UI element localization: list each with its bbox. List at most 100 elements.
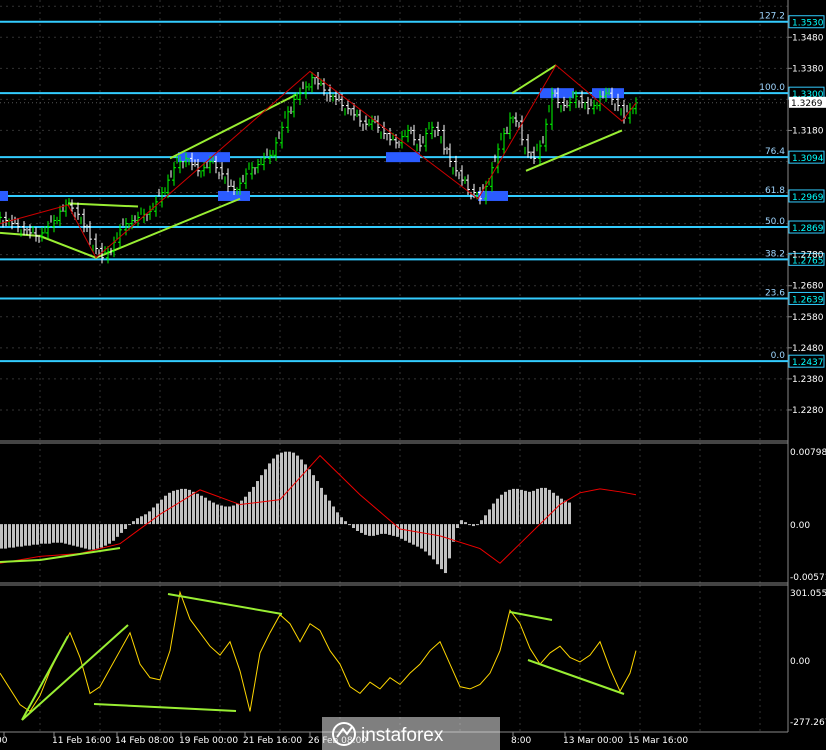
macd-bar <box>380 524 383 534</box>
macd-bar <box>192 491 195 525</box>
macd-bar <box>272 458 275 525</box>
macd-bar <box>36 524 39 545</box>
macd-bar <box>552 492 555 525</box>
macd-bar <box>136 518 139 525</box>
price-axis-label: 1.2480 <box>792 344 824 354</box>
price-axis-label: 1.2280 <box>792 406 824 416</box>
macd-bar <box>460 520 463 525</box>
macd-bar <box>400 524 403 539</box>
macd-axis-top: 0.00798 <box>790 448 826 458</box>
macd-bar <box>44 524 47 544</box>
macd-bar <box>488 509 491 525</box>
macd-bar <box>180 488 183 525</box>
macd-bar <box>412 524 415 545</box>
macd-axis-zero: 0.00 <box>790 521 810 531</box>
macd-bar <box>220 505 223 525</box>
macd-bar <box>92 524 95 550</box>
macd-bar <box>300 459 303 525</box>
macd-bar <box>48 524 51 544</box>
fib-ratio-label: 127.2 <box>759 12 785 22</box>
fib-ratio-label: 23.6 <box>765 288 785 298</box>
macd-bar <box>112 524 115 541</box>
macd-bar <box>4 524 7 549</box>
macd-bar <box>548 489 551 525</box>
macd-bar <box>524 490 527 525</box>
macd-bar <box>408 524 411 543</box>
macd-bar <box>128 524 131 526</box>
instaforex-watermark: instaforex <box>322 717 500 750</box>
macd-bar <box>492 503 495 525</box>
macd-bar <box>96 524 99 549</box>
fib-ratio-label: 61.8 <box>765 186 785 196</box>
macd-bar <box>56 524 59 543</box>
macd-bar <box>236 503 239 525</box>
macd-bar <box>280 452 283 525</box>
fib-ratio-label: 50.0 <box>765 217 785 227</box>
macd-bar <box>388 524 391 535</box>
macd-bar <box>456 524 459 529</box>
macd-bar <box>452 524 455 542</box>
macd-bar <box>468 524 471 526</box>
cci-axis-bottom: -277.2671 <box>790 718 826 728</box>
macd-bar <box>232 505 235 525</box>
sr-box <box>386 152 420 163</box>
macd-bar <box>252 486 255 525</box>
time-axis-label: 11 Feb 16:00 <box>52 736 111 746</box>
macd-bar <box>320 487 323 525</box>
macd-bar <box>496 498 499 525</box>
macd-bar <box>360 524 363 533</box>
macd-bar <box>556 495 559 525</box>
macd-bar <box>356 524 359 531</box>
macd-bar <box>332 506 335 525</box>
macd-bar <box>376 524 379 535</box>
macd-bar <box>12 524 15 548</box>
macd-bar <box>528 491 531 525</box>
current-price-label: 1.3269 <box>789 96 826 109</box>
macd-bar <box>124 524 127 530</box>
price-axis-label: 1.2580 <box>792 313 824 323</box>
macd-bar <box>340 517 343 525</box>
macd-bar <box>368 524 371 536</box>
macd-bar <box>312 475 315 525</box>
macd-bar <box>448 524 451 559</box>
fib-ratio-label: 76.4 <box>765 147 785 157</box>
macd-bar <box>484 515 487 525</box>
macd-bar <box>420 524 423 549</box>
macd-bar <box>532 490 535 525</box>
fib-price-label: 1.2969 <box>792 193 824 203</box>
macd-bar <box>80 524 83 548</box>
macd-bar <box>284 451 287 525</box>
macd-bar <box>212 502 215 525</box>
macd-bar <box>204 497 207 525</box>
cci-axis-top: 301.0559 <box>790 589 826 599</box>
trading-chart[interactable]: 127.21.3530100.01.330076.41.309461.81.29… <box>0 0 826 750</box>
macd-bar <box>404 524 407 541</box>
macd-bar <box>8 524 11 548</box>
macd-bar <box>184 488 187 525</box>
macd-bar <box>208 500 211 525</box>
macd-axis-bottom: -0.00571 <box>790 573 826 583</box>
macd-bar <box>372 524 375 536</box>
macd-bar <box>76 524 79 547</box>
macd-bar <box>564 500 567 525</box>
macd-bar <box>188 489 191 525</box>
macd-bar <box>384 524 387 534</box>
macd-bar <box>120 524 123 533</box>
fib-ratio-label: 100.0 <box>759 83 785 93</box>
macd-bar <box>540 487 543 525</box>
macd-bar <box>264 469 267 525</box>
macd-bar <box>88 524 91 550</box>
macd-bar <box>508 489 511 525</box>
time-axis-label: 00 <box>0 736 8 746</box>
macd-bar <box>140 516 143 525</box>
macd-bar <box>464 522 467 525</box>
price-axis-label: 1.3180 <box>792 126 824 136</box>
macd-bar <box>116 524 119 537</box>
fib-price-label: 1.2869 <box>792 224 824 234</box>
macd-bar <box>68 524 71 545</box>
macd-bar <box>416 524 419 547</box>
time-axis-label: 14 Feb 08:00 <box>115 736 174 746</box>
time-axis-label: 8:00 <box>511 736 531 746</box>
macd-bar <box>156 503 159 525</box>
macd-bar <box>200 495 203 525</box>
